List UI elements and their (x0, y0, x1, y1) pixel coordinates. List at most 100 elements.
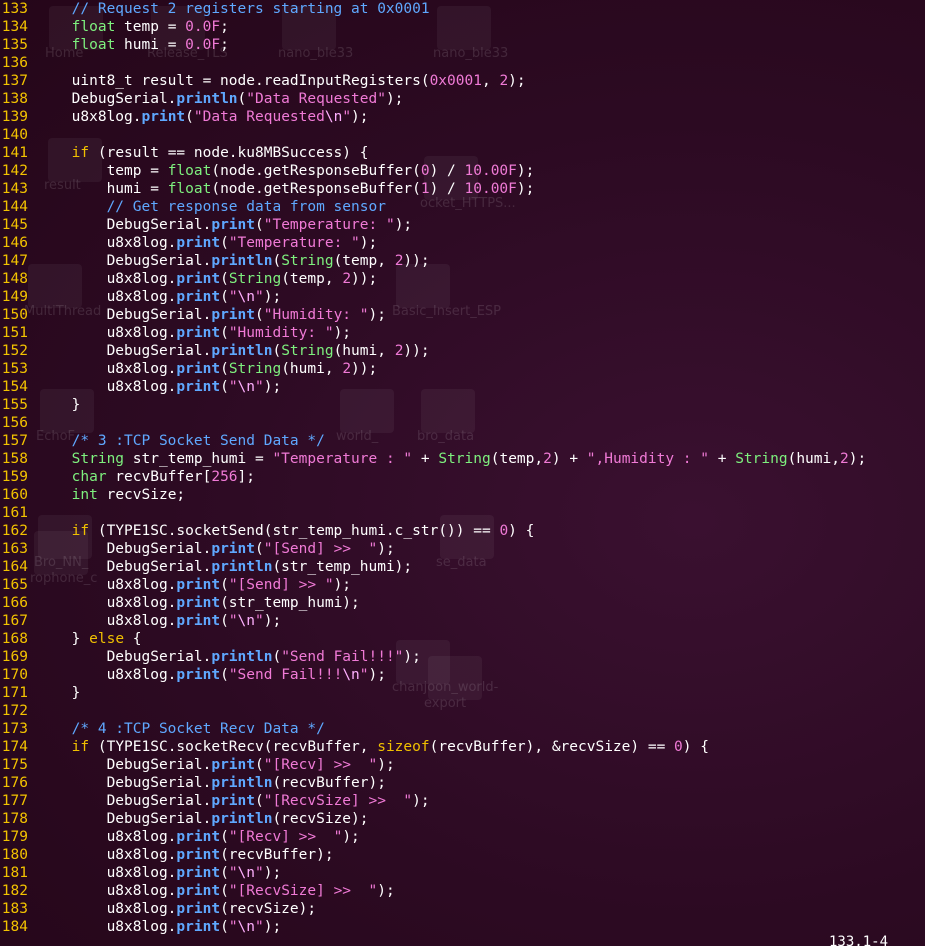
code-token: " (342, 109, 352, 125)
code-line[interactable]: 142 temp = float(node.getResponseBuffer(… (0, 162, 925, 180)
code-line[interactable]: 154 u8x8log.print("\n"); (0, 378, 925, 396)
code-line[interactable]: 134 float temp = 0.0F; (0, 18, 925, 36)
code-line[interactable]: 179 u8x8log.print("[Recv] >> "); (0, 828, 925, 846)
code-token: String (281, 253, 334, 269)
line-number: 135 (1, 37, 28, 53)
code-line[interactable]: 146 u8x8log.print("Temperature: "); (0, 234, 925, 252)
code-token: (temp, (281, 271, 343, 287)
code-line[interactable]: 143 humi = float(node.getResponseBuffer(… (0, 180, 925, 198)
code-line[interactable]: 148 u8x8log.print(String(temp, 2)); (0, 270, 925, 288)
code-line[interactable]: 177 DebugSerial.print("[RecvSize] >> "); (0, 792, 925, 810)
code-token: DebugSerial. (106, 775, 212, 791)
code-line[interactable]: 174 if (TYPE1SC.socketRecv(recvBuffer, s… (0, 738, 925, 756)
code-line[interactable]: 183 u8x8log.print(recvSize); (0, 900, 925, 918)
code-line[interactable]: 180 u8x8log.print(recvBuffer); (0, 846, 925, 864)
line-number: 177 (1, 793, 28, 809)
line-number: 148 (1, 271, 28, 287)
code-line[interactable]: 164 DebugSerial.println(str_temp_humi); (0, 558, 925, 576)
code-line[interactable]: 182 u8x8log.print("[RecvSize] >> "); (0, 882, 925, 900)
code-line[interactable]: 160 int recvSize; (0, 486, 925, 504)
code-token: ( (255, 541, 264, 557)
code-token: print (176, 325, 221, 341)
code-token: String (228, 361, 282, 377)
code-line[interactable]: 184 u8x8log.print("\n"); (0, 918, 925, 936)
code-line[interactable]: 155 } (0, 396, 925, 414)
code-line[interactable]: 144 // Get response data from sensor (0, 198, 925, 216)
code-token: print (211, 217, 255, 233)
code-line[interactable]: 161 (0, 504, 925, 522)
code-token: (humi, (787, 451, 840, 467)
code-line[interactable]: 171 } (0, 684, 925, 702)
code-token: recvSize; (97, 487, 186, 503)
code-line[interactable]: 163 DebugSerial.print("[Send] >> "); (0, 540, 925, 558)
code-token: 2 (342, 271, 352, 287)
code-line[interactable]: 166 u8x8log.print(str_temp_humi); (0, 594, 925, 612)
code-line[interactable]: 141 if (result == node.ku8MBSuccess) { (0, 144, 925, 162)
code-token: uint8_t result = node.readInputRegisters… (71, 73, 430, 89)
code-line[interactable]: 178 DebugSerial.println(recvSize); (0, 810, 925, 828)
code-token: ( (220, 829, 229, 845)
code-line[interactable]: 140 (0, 126, 925, 144)
code-line[interactable]: 138 DebugSerial.println("Data Requested"… (0, 90, 925, 108)
code-line[interactable]: 169 DebugSerial.println("Send Fail!!!"); (0, 648, 925, 666)
code-line[interactable]: 136 (0, 54, 925, 72)
code-line[interactable]: 168 } else { (0, 630, 925, 648)
code-line[interactable]: 181 u8x8log.print("\n"); (0, 864, 925, 882)
code-token: ( (255, 307, 264, 323)
code-token: print (176, 595, 221, 611)
code-token: "[Send] >> " (228, 577, 334, 593)
code-line[interactable]: 139 u8x8log.print("Data Requested\n"); (0, 108, 925, 126)
code-line[interactable]: 170 u8x8log.print("Send Fail!!!\n"); (0, 666, 925, 684)
code-token: 256 (211, 469, 238, 485)
code-line[interactable]: 137 uint8_t result = node.readInputRegis… (0, 72, 925, 90)
code-line[interactable]: 173 /* 4 :TCP Socket Recv Data */ (0, 720, 925, 738)
code-line[interactable]: 159 char recvBuffer[256]; (0, 468, 925, 486)
code-line[interactable]: 158 String str_temp_humi = "Temperature … (0, 450, 925, 468)
code-line[interactable]: 176 DebugSerial.println(recvBuffer); (0, 774, 925, 792)
code-token: (humi, (333, 343, 395, 359)
code-token: /* 3 :TCP Socket Send Data */ (71, 433, 325, 449)
code-line[interactable]: 167 u8x8log.print("\n"); (0, 612, 925, 630)
code-token: DebugSerial. (106, 343, 212, 359)
code-token: ); (377, 541, 395, 557)
code-token: u8x8log. (106, 289, 177, 305)
code-line[interactable]: 156 (0, 414, 925, 432)
code-token: \n (237, 919, 256, 935)
code-line[interactable]: 145 DebugSerial.print("Temperature: "); (0, 216, 925, 234)
line-number: 179 (1, 829, 28, 845)
code-token: print (176, 883, 221, 899)
code-line[interactable]: 150 DebugSerial.print("Humidity: "); (0, 306, 925, 324)
code-line[interactable]: 133 // Request 2 registers starting at 0… (0, 0, 925, 18)
line-number: 138 (1, 91, 28, 107)
code-line[interactable]: 162 if (TYPE1SC.socketSend(str_temp_humi… (0, 522, 925, 540)
code-line[interactable]: 151 u8x8log.print("Humidity: "); (0, 324, 925, 342)
code-line[interactable]: 175 DebugSerial.print("[Recv] >> "); (0, 756, 925, 774)
code-token: ); (377, 757, 395, 773)
code-line[interactable]: 135 float humi = 0.0F; (0, 36, 925, 54)
code-view[interactable]: 133 // Request 2 registers starting at 0… (0, 0, 925, 936)
line-number: 151 (1, 325, 28, 341)
code-line[interactable]: 147 DebugSerial.println(String(temp, 2))… (0, 252, 925, 270)
code-line[interactable]: 172 (0, 702, 925, 720)
code-line[interactable]: 152 DebugSerial.println(String(humi, 2))… (0, 342, 925, 360)
code-token: ); (263, 379, 282, 395)
code-line[interactable]: 149 u8x8log.print("\n"); (0, 288, 925, 306)
code-token: sizeof (377, 739, 430, 755)
code-token: DebugSerial. (106, 307, 212, 323)
code-line[interactable]: 165 u8x8log.print("[Send] >> "); (0, 576, 925, 594)
code-line[interactable]: 157 /* 3 :TCP Socket Send Data */ (0, 432, 925, 450)
vim-editor-window[interactable]: Home Release_TLS nano_ble33 nano_ble33 resul… (0, 0, 925, 946)
code-token: ); (516, 181, 535, 197)
line-number: 165 (1, 577, 28, 593)
code-token: "[Recv] >> " (228, 829, 343, 845)
code-line[interactable]: 153 u8x8log.print(String(humi, 2)); (0, 360, 925, 378)
code-token: temp = (115, 19, 186, 35)
